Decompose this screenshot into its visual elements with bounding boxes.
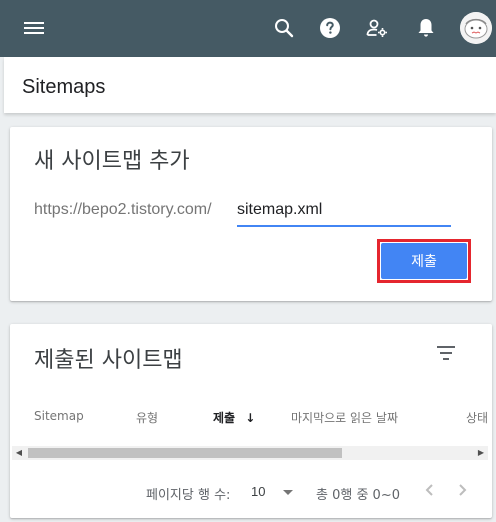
user-settings-icon[interactable]: [365, 16, 389, 40]
rows-per-page-label: 페이지당 행 수:: [146, 488, 231, 503]
submitted-sitemaps-title: 제출된 사이트맵: [34, 348, 183, 373]
avatar[interactable]: [460, 12, 492, 44]
column-header-submitted[interactable]: 제출 ↓: [213, 409, 255, 426]
notifications-icon[interactable]: [414, 16, 438, 40]
submit-button[interactable]: 제출: [381, 243, 467, 279]
add-sitemap-title: 새 사이트맵 추가: [34, 149, 190, 174]
submitted-sitemaps-card: 제출된 사이트맵 Sitemap 유형 제출 ↓ 마지막으로 읽은 날짜 상태 …: [10, 324, 492, 518]
column-header-type[interactable]: 유형: [136, 409, 158, 426]
pagination-range: 총 0행 중 0~0: [316, 488, 400, 503]
sitemap-url-input[interactable]: [237, 197, 451, 227]
top-app-bar: [0, 0, 496, 57]
scrollbar-thumb[interactable]: [28, 448, 342, 458]
sort-descending-icon: ↓: [245, 411, 256, 425]
next-page-icon[interactable]: [452, 480, 472, 500]
menu-icon[interactable]: [22, 19, 46, 39]
search-icon[interactable]: [272, 16, 296, 40]
column-header-last-read[interactable]: 마지막으로 읽은 날짜: [291, 409, 398, 426]
add-sitemap-card: 새 사이트맵 추가 https://bepo2.tistory.com/ 제출: [10, 127, 492, 301]
column-header-submitted-label: 제출: [213, 411, 236, 425]
horizontal-scrollbar[interactable]: ◀ ▶: [12, 446, 488, 460]
column-header-status[interactable]: 상태: [466, 409, 488, 426]
rows-per-page-select[interactable]: 10: [251, 482, 299, 502]
help-icon[interactable]: [318, 16, 342, 40]
scroll-right-icon[interactable]: ▶: [474, 446, 488, 460]
column-header-sitemap[interactable]: Sitemap: [34, 409, 84, 423]
filter-icon[interactable]: [436, 346, 456, 362]
scroll-left-icon[interactable]: ◀: [12, 446, 26, 460]
dropdown-arrow-icon: [283, 490, 293, 495]
site-url-prefix: https://bepo2.tistory.com/: [34, 201, 212, 218]
page-title: Sitemaps: [22, 76, 106, 98]
page-header: Sitemaps: [4, 57, 496, 113]
rows-per-page-value: 10: [251, 484, 266, 499]
previous-page-icon[interactable]: [420, 480, 440, 500]
